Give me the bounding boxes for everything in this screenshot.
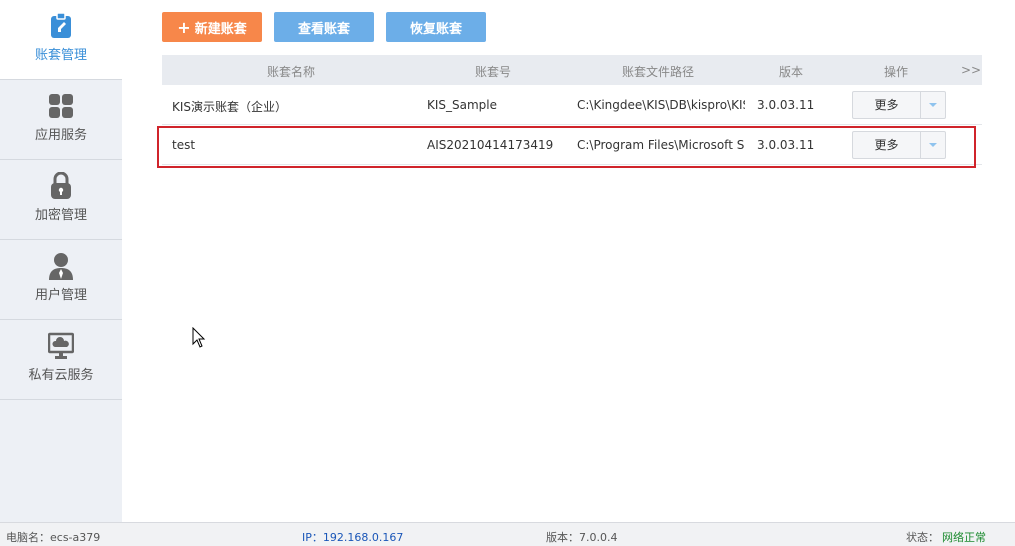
column-header-path: 账套文件路径 — [622, 65, 695, 79]
ledger-version: 3.0.03.11 — [757, 138, 815, 152]
grid-icon — [48, 92, 74, 120]
more-button[interactable]: 更多 — [852, 131, 946, 159]
more-button[interactable]: 更多 — [852, 91, 946, 119]
expand-columns-button[interactable]: >> — [961, 63, 981, 77]
sidebar-item-label: 加密管理 — [34, 208, 87, 223]
ip-address: IP：192.168.0.167 — [302, 531, 404, 544]
chevron-down-icon[interactable] — [921, 92, 945, 118]
column-header-id: 账套号 — [475, 65, 512, 79]
new-ledger-button[interactable]: + 新建账套 — [162, 12, 262, 42]
column-header-name: 账套名称 — [267, 65, 316, 79]
cloud-monitor-icon — [48, 332, 74, 360]
sidebar-item-encryption[interactable]: 加密管理 — [0, 160, 122, 240]
sidebar-item-label: 用户管理 — [34, 288, 87, 303]
status-label: 状态： — [906, 531, 939, 544]
sidebar-item-ledger[interactable]: 账套管理 — [0, 0, 122, 80]
new-ledger-label: 新建账套 — [194, 21, 247, 37]
network-status: 网络正常 — [942, 531, 986, 544]
kis-account-manager: 账套管理 应用服务 加密管理 用户管理 私有云服务 + 新建账套 查看账套 恢复… — [0, 0, 1015, 546]
mouse-cursor-icon — [192, 326, 206, 352]
ledger-version: 3.0.03.11 — [757, 98, 815, 112]
view-ledger-button[interactable]: 查看账套 — [274, 12, 374, 42]
restore-ledger-button[interactable]: 恢复账套 — [386, 12, 486, 42]
sidebar-item-private-cloud[interactable]: 私有云服务 — [0, 320, 122, 400]
computer-name: 电脑名：ecs-a379 — [6, 531, 101, 544]
sidebar-item-app-service[interactable]: 应用服务 — [0, 80, 122, 160]
sidebar: 账套管理 应用服务 加密管理 用户管理 私有云服务 — [0, 0, 122, 522]
ledger-path: C:\Program Files\Microsoft SC — [577, 138, 745, 152]
more-label: 更多 — [853, 132, 921, 158]
app-version: 版本：7.0.0.4 — [546, 531, 618, 544]
sidebar-item-label: 私有云服务 — [28, 368, 94, 383]
ledger-id: KIS_Sample — [427, 98, 498, 112]
column-header-action: 操作 — [884, 65, 909, 79]
plus-icon: + — [177, 17, 191, 37]
table-row[interactable]: test AIS20210414173419 C:\Program Files\… — [162, 125, 982, 165]
table-header: 账套名称 账套号 账套文件路径 版本 操作 >> — [162, 55, 982, 85]
lock-icon — [48, 172, 74, 200]
ledger-icon — [48, 12, 74, 40]
chevron-down-icon[interactable] — [921, 132, 945, 158]
sidebar-item-label: 应用服务 — [34, 128, 87, 143]
ledger-name: KIS演示账套（企业） — [172, 100, 288, 114]
ledger-table: 账套名称 账套号 账套文件路径 版本 操作 >> KIS演示账套（企业） KIS… — [162, 55, 982, 165]
sidebar-item-label: 账套管理 — [34, 48, 87, 63]
ledger-path: C:\Kingdee\KIS\DB\kispro\KIS — [577, 98, 745, 112]
more-label: 更多 — [853, 92, 921, 118]
column-header-version: 版本 — [779, 65, 804, 79]
user-icon — [48, 252, 74, 280]
sidebar-item-users[interactable]: 用户管理 — [0, 240, 122, 320]
table-row[interactable]: KIS演示账套（企业） KIS_Sample C:\Kingdee\KIS\DB… — [162, 85, 982, 125]
ledger-name: test — [172, 138, 196, 152]
ledger-id: AIS20210414173419 — [427, 138, 554, 152]
status-bar: 电脑名：ecs-a379 IP：192.168.0.167 版本：7.0.0.4… — [0, 522, 1015, 546]
